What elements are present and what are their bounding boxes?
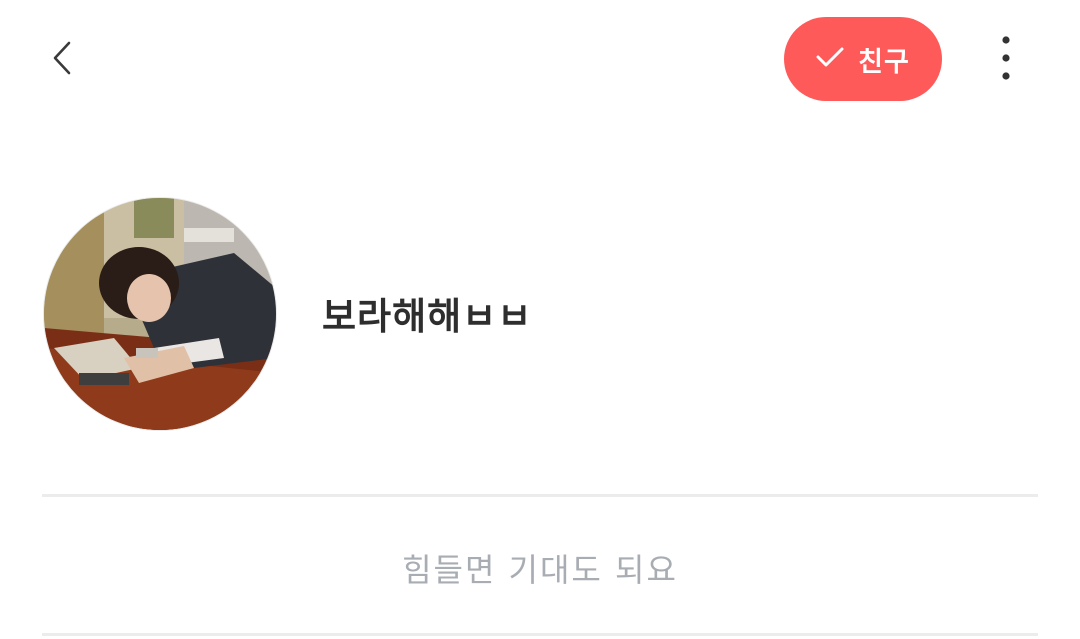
friend-button-label: 친구	[858, 46, 910, 78]
check-icon	[816, 46, 844, 72]
avatar[interactable]	[43, 197, 277, 431]
status-message: 힘들면 기대도 되요	[402, 551, 678, 589]
friend-button[interactable]: 친구	[784, 17, 942, 101]
profile-name: 보라해해ㅂㅂ	[322, 295, 533, 338]
chevron-left-icon	[50, 40, 74, 80]
profile-photo	[44, 198, 276, 430]
more-options-button[interactable]	[984, 30, 1028, 90]
back-button[interactable]	[36, 34, 88, 86]
more-vertical-icon	[1001, 35, 1011, 85]
divider-bottom	[42, 633, 1038, 636]
divider-top	[42, 494, 1038, 497]
